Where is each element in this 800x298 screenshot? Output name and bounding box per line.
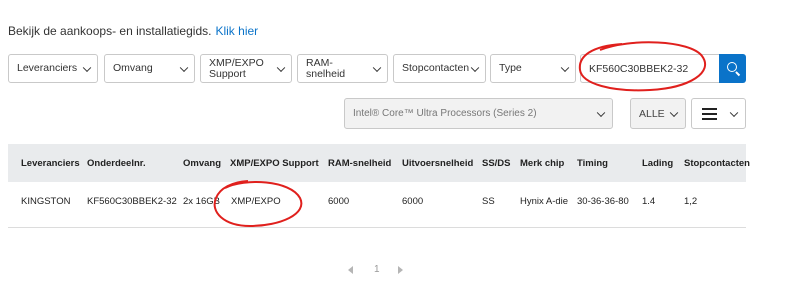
chevron-left-icon[interactable] [348, 266, 353, 274]
chevron-down-icon [596, 108, 606, 117]
table-row[interactable]: KINGSTON KF560C30BBEK2-32 2x 16GB XMP/EX… [8, 182, 746, 228]
cell-size: 2x 16GB [183, 196, 220, 207]
col-supplier[interactable]: Leveranciers [21, 158, 80, 169]
cell-xmp: XMP/EXPO [231, 196, 281, 207]
processor-select-label: Intel® Core™ Ultra Processors (Series 2) [353, 108, 537, 119]
cell-load: 1.4 [642, 196, 656, 207]
cell-sockets: 1,2 [684, 196, 698, 207]
filter-sockets[interactable]: Stopcontacten [393, 54, 486, 83]
guide-link[interactable]: Klik hier [215, 24, 258, 38]
chevron-down-icon [560, 63, 570, 72]
cell-timing: 30-36-36-80 [577, 196, 629, 207]
filter-type[interactable]: Type [490, 54, 576, 83]
chevron-right-icon[interactable] [398, 266, 403, 274]
all-select-label: ALLE [639, 107, 665, 120]
all-select[interactable]: ALLE [630, 98, 686, 129]
processor-select[interactable]: Intel® Core™ Ultra Processors (Series 2) [344, 98, 613, 129]
filter-size-label: Omvang [113, 62, 153, 74]
chevron-down-icon [470, 63, 480, 72]
filter-ram-speed[interactable]: RAM-snelheid [297, 54, 388, 83]
col-xmp[interactable]: XMP/EXPO Support [230, 158, 319, 169]
col-out[interactable]: Uitvoersnelheid [402, 158, 473, 169]
pagination: 1 [344, 264, 414, 278]
guide-text: Bekijk de aankoops- en installatiegids. K… [8, 24, 258, 38]
chevron-down-icon [669, 108, 679, 117]
cell-ram: 6000 [328, 196, 350, 207]
col-size[interactable]: Omvang [183, 158, 221, 169]
chevron-down-icon [276, 63, 286, 72]
chevron-down-icon [372, 63, 382, 72]
search-input[interactable] [580, 54, 719, 83]
col-timing[interactable]: Timing [577, 158, 608, 169]
col-sockets[interactable]: Stopcontacten [684, 158, 750, 169]
col-load[interactable]: Lading [642, 158, 673, 169]
guide-label: Bekijk de aankoops- en installatiegids. [8, 24, 212, 38]
filter-size[interactable]: Omvang [104, 54, 195, 83]
filter-sockets-label: Stopcontacten [402, 62, 470, 74]
filter-supplier-label: Leveranciers [17, 62, 78, 74]
search-button[interactable] [719, 54, 746, 83]
filter-xmp-label: XMP/EXPO Support [209, 56, 264, 80]
cell-supplier: KINGSTON [21, 196, 71, 207]
filter-xmp[interactable]: XMP/EXPO Support [200, 54, 292, 83]
cell-part: KF560C30BBEK2-32 [87, 196, 177, 207]
chevron-down-icon [179, 63, 189, 72]
chevron-down-icon [82, 63, 92, 72]
chevron-down-icon [729, 108, 739, 117]
col-chip[interactable]: Merk chip [520, 158, 564, 169]
table-header: Leveranciers Onderdeelnr. Omvang XMP/EXP… [8, 144, 750, 182]
cell-out: 6000 [402, 196, 424, 207]
filter-type-label: Type [499, 62, 522, 74]
page-number[interactable]: 1 [374, 264, 380, 275]
cell-ssds: SS [482, 196, 495, 207]
filter-ram-speed-label: RAM-snelheid [306, 56, 346, 80]
col-ram[interactable]: RAM-snelheid [328, 158, 391, 169]
col-ssds[interactable]: SS/DS [482, 158, 511, 169]
view-toggle-button[interactable] [691, 98, 746, 129]
filter-supplier[interactable]: Leveranciers [8, 54, 98, 83]
cell-chip: Hynix A-die [520, 196, 569, 207]
col-part[interactable]: Onderdeelnr. [87, 158, 146, 169]
